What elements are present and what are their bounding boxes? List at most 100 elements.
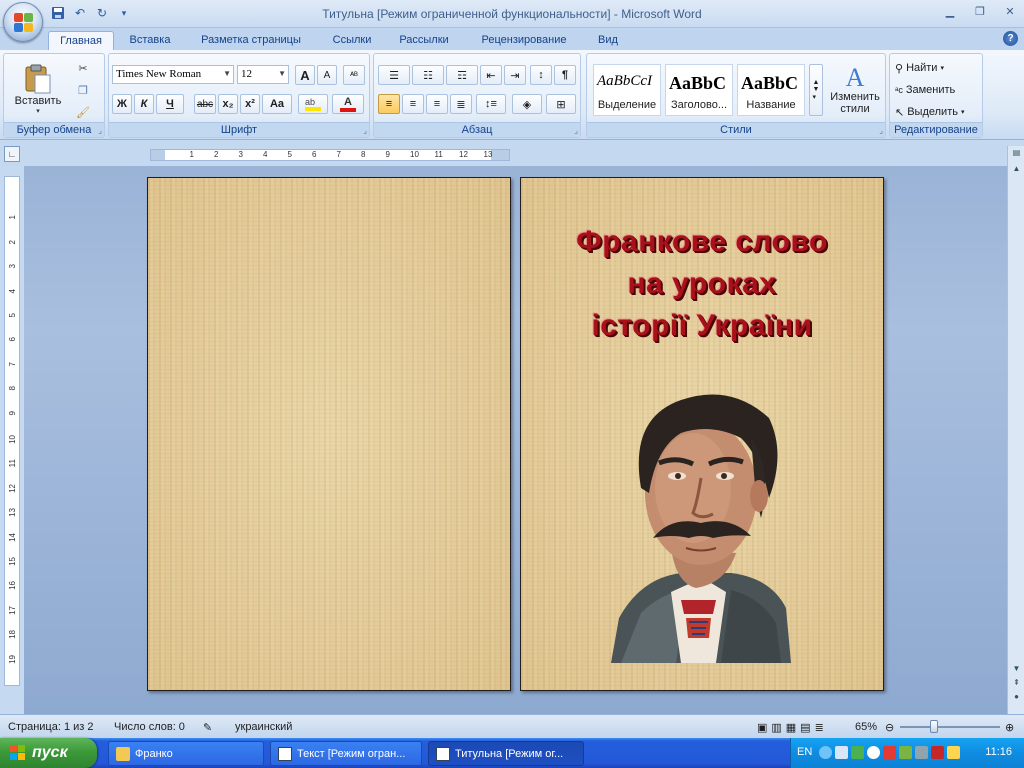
superscript-button[interactable]: x² [240, 94, 260, 114]
style-emphasis[interactable]: AaBbCcI Выделение [593, 64, 661, 116]
styles-scroll[interactable]: ▲ ▼ ▾ [809, 64, 823, 116]
zoom-in-icon[interactable]: ⊕ [1005, 721, 1014, 734]
office-button[interactable] [3, 2, 43, 42]
paragraph-group: ☰ ☷ ☶ ⇤ ⇥ ↕ ¶ ≡ ≡ ≡ ≣ ↕≡ ◈ ⊞ Абзац ⌟ [373, 53, 581, 138]
font-color-button[interactable]: A [332, 94, 364, 114]
align-center-button[interactable]: ≡ [402, 94, 424, 114]
minimize-icon[interactable]: ▁ [942, 4, 958, 18]
task-word-doc[interactable]: Текст [Режим огран... [270, 741, 422, 766]
numbering-button[interactable]: ☷ [412, 65, 444, 85]
underline-button[interactable]: Ч [156, 94, 184, 114]
scroll-up-icon[interactable]: ▲ [1010, 164, 1023, 177]
multilevel-button[interactable]: ☶ [446, 65, 478, 85]
page-left[interactable] [147, 177, 511, 691]
paragraph-launcher-icon[interactable]: ⌟ [574, 126, 578, 135]
page-count[interactable]: Страница: 1 из 2 [8, 721, 94, 733]
vertical-scrollbar[interactable]: ▤ ▲ ▼ ⇞ ● [1007, 146, 1024, 714]
word-count[interactable]: Число слов: 0 [114, 721, 185, 733]
align-left-button[interactable]: ≡ [378, 94, 400, 114]
cut-button[interactable]: ✂ [72, 58, 94, 78]
tab-references[interactable]: Ссылки [324, 31, 380, 50]
task-folder[interactable]: Франко [108, 741, 264, 766]
ruler-tick-label: 16 [8, 581, 17, 591]
align-right-button[interactable]: ≡ [426, 94, 448, 114]
shrink-font-button[interactable]: A [317, 65, 337, 85]
paste-button[interactable]: Вставить ▾ [10, 58, 66, 120]
tray-app-icon[interactable] [867, 746, 880, 759]
tab-selector-icon[interactable]: ∟ [4, 146, 20, 162]
select-button[interactable]: ↖ Выделить ▾ [894, 102, 980, 122]
tab-view[interactable]: Вид [590, 31, 626, 50]
prev-page-icon[interactable]: ⇞ [1010, 678, 1023, 691]
start-button[interactable]: пуск [0, 738, 97, 768]
tab-page-layout[interactable]: Разметка страницы [190, 31, 312, 50]
zoom-slider-knob[interactable] [930, 720, 938, 733]
horizontal-ruler[interactable]: 1 2 3 4 5 6 7 8 9 10 11 12 13 [150, 149, 510, 161]
ruler-toggle-icon[interactable]: ▤ [1010, 148, 1023, 161]
tray-app-icon[interactable] [851, 746, 864, 759]
close-icon[interactable]: ✕ [1002, 4, 1018, 18]
help-icon[interactable]: ? [1003, 31, 1018, 46]
tab-mailings[interactable]: Рассылки [390, 31, 458, 50]
style-heading[interactable]: AaBbC Заголово... [665, 64, 733, 116]
browse-object-icon[interactable]: ● [1010, 692, 1023, 705]
zoom-out-icon[interactable]: ⊖ [885, 721, 894, 734]
task-word-title[interactable]: Титульна [Режим ог... [428, 741, 584, 766]
tray-app-icon[interactable] [931, 746, 944, 759]
font-name-field[interactable]: Times New Roman ▼ [112, 65, 234, 84]
font-launcher-icon[interactable]: ⌟ [363, 126, 367, 135]
bold-button[interactable]: Ж [112, 94, 132, 114]
shading-button[interactable]: ◈ [512, 94, 542, 114]
word-doc-icon [278, 747, 292, 761]
copy-button[interactable]: ❐ [72, 80, 94, 100]
tray-app-icon[interactable] [915, 746, 928, 759]
highlight-button[interactable]: ab [298, 94, 328, 114]
spellcheck-icon[interactable]: ✎ [203, 721, 212, 734]
clear-format-button[interactable]: ᴬᴮ [343, 65, 365, 85]
strikethrough-button[interactable]: abc [194, 94, 216, 114]
show-marks-button[interactable]: ¶ [554, 65, 576, 85]
decrease-indent-button[interactable]: ⇤ [480, 65, 502, 85]
tab-review[interactable]: Рецензирование [470, 31, 578, 50]
scroll-down-icon[interactable]: ▼ [1010, 664, 1023, 677]
task-label: Текст [Режим огран... [297, 748, 406, 760]
find-button[interactable]: ⚲ Найти ▾ [894, 58, 980, 78]
change-case-button[interactable]: Aa [262, 94, 292, 114]
italic-button[interactable]: К [134, 94, 154, 114]
change-styles-button[interactable]: A Изменить стили [825, 60, 885, 120]
line-spacing-button[interactable]: ↕≡ [476, 94, 506, 114]
network-icon[interactable] [819, 746, 832, 759]
zoom-level[interactable]: 65% [855, 721, 877, 733]
subscript-button[interactable]: x₂ [218, 94, 238, 114]
ruler-tick-label: 4 [263, 150, 268, 159]
signal-icon[interactable] [947, 746, 960, 759]
style-title[interactable]: AaBbC Название [737, 64, 805, 116]
increase-indent-button[interactable]: ⇥ [504, 65, 526, 85]
bullets-button[interactable]: ☰ [378, 65, 410, 85]
ruler-tick-label: 19 [8, 654, 17, 664]
speaker-icon[interactable] [835, 746, 848, 759]
clipboard-launcher-icon[interactable]: ⌟ [98, 126, 102, 135]
language-indicator[interactable]: украинский [235, 721, 292, 733]
clock[interactable]: 11:16 [985, 746, 1012, 758]
borders-button[interactable]: ⊞ [546, 94, 576, 114]
select-label: Выделить [907, 106, 958, 118]
format-painter-button[interactable]: 🖌 [72, 102, 94, 122]
input-language[interactable]: EN [797, 746, 812, 758]
tray-app-icon[interactable] [883, 746, 896, 759]
restore-icon[interactable]: ❐ [972, 4, 988, 18]
font-size-field[interactable]: 12 ▼ [237, 65, 289, 84]
zoom-slider[interactable] [900, 726, 1000, 728]
view-buttons[interactable]: ▣▥▦▤≣ [757, 721, 837, 734]
styles-launcher-icon[interactable]: ⌟ [879, 126, 883, 135]
justify-button[interactable]: ≣ [450, 94, 472, 114]
tab-insert[interactable]: Вставка [120, 31, 180, 50]
vertical-ruler[interactable]: 1 2 3 4 5 6 7 8 9 10 11 12 13 14 15 16 17 18 19 [4, 176, 20, 686]
office-logo-icon [14, 13, 34, 33]
replace-button[interactable]: ᵃc Заменить [894, 80, 980, 100]
tab-home[interactable]: Главная [48, 31, 114, 50]
grow-font-button[interactable]: A [295, 65, 315, 85]
tray-app-icon[interactable] [899, 746, 912, 759]
sort-button[interactable]: ↕ [530, 65, 552, 85]
page-right[interactable]: Франкове слово на уроках історії України [520, 177, 884, 691]
